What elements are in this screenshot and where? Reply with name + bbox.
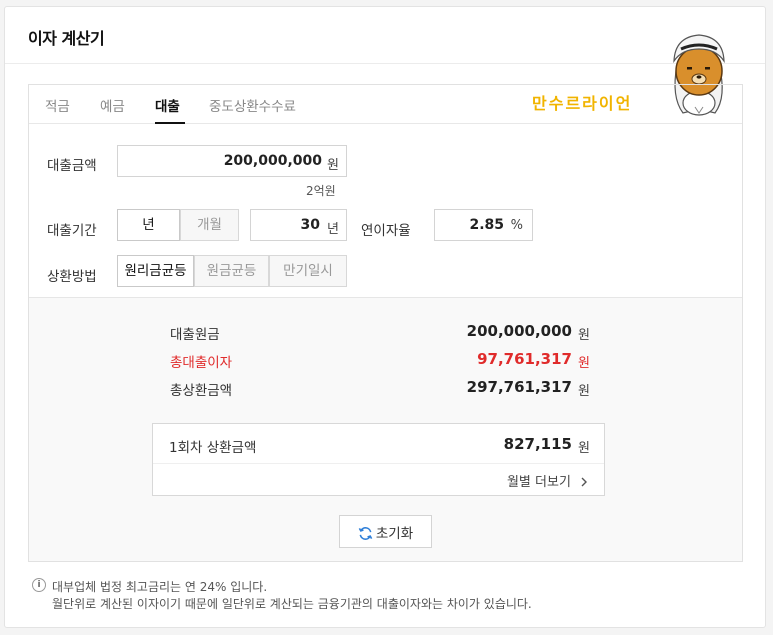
interest-rate-unit: % — [510, 218, 523, 233]
installment-divider — [153, 463, 604, 464]
reset-label: 초기화 — [375, 525, 414, 541]
refresh-icon — [358, 526, 373, 540]
repayment-equal-principal[interactable]: 원금균등 — [194, 255, 269, 287]
tab-bar: 적금 예금 대출 중도상환수수료 — [29, 85, 742, 124]
period-type-month[interactable]: 개월 — [180, 209, 239, 241]
calculator-card: 이자 계산기 만수르라이언 적금 예금 대출 중도상환수수료 대출금액 200,… — [4, 6, 766, 628]
total-repayment-unit: 원 — [578, 384, 590, 399]
first-installment-label: 1회차 상환금액 — [169, 440, 257, 456]
repayment-bullet[interactable]: 만기일시 — [269, 255, 347, 287]
total-interest-value: 97,761,317 — [477, 350, 572, 368]
total-interest-unit: 원 — [578, 356, 590, 371]
result-area: 대출원금 200,000,000 원 총대출이자 97,761,317 원 총상… — [29, 297, 742, 561]
tab-loan[interactable]: 대출 — [155, 95, 180, 115]
calculator-panel: 적금 예금 대출 중도상환수수료 대출금액 200,000,000 원 2억원 … — [28, 84, 743, 562]
interest-rate-input[interactable]: 2.85 % — [434, 209, 533, 241]
loan-amount-label: 대출금액 — [47, 158, 97, 174]
loan-amount-input[interactable]: 200,000,000 원 — [117, 145, 347, 177]
repayment-method-label: 상환방법 — [47, 269, 97, 285]
installment-box: 1회차 상환금액 827,115 원 월별 더보기 — [152, 423, 605, 496]
first-installment-value: 827,115 — [503, 435, 572, 453]
reset-button[interactable]: 초기화 — [339, 515, 432, 548]
active-tab-indicator — [155, 122, 185, 124]
first-installment-unit: 원 — [578, 441, 590, 456]
loan-amount-unit: 원 — [327, 158, 339, 173]
notice-line-1: 대부업체 법정 최고금리는 연 24% 입니다. — [52, 580, 268, 594]
principal-value: 200,000,000 — [466, 322, 572, 340]
tab-savings[interactable]: 적금 — [45, 95, 70, 115]
loan-amount-value: 200,000,000 — [223, 153, 322, 169]
total-interest-label: 총대출이자 — [170, 355, 233, 371]
total-repayment-label: 총상환금액 — [170, 383, 233, 399]
chevron-right-icon — [581, 477, 587, 487]
monthly-more-link[interactable]: 월별 더보기 — [507, 471, 588, 490]
notice-line-2: 월단위로 계산된 이자이기 때문에 일단위로 계산되는 금융기관의 대출이자와는… — [52, 597, 532, 611]
principal-label: 대출원금 — [170, 327, 220, 343]
loan-period-unit: 년 — [327, 222, 339, 237]
period-type-year[interactable]: 년 — [117, 209, 180, 241]
loan-amount-hint: 2억원 — [306, 184, 336, 198]
repayment-equal-installment[interactable]: 원리금균등 — [117, 255, 194, 287]
info-icon: i — [32, 578, 46, 592]
principal-unit: 원 — [578, 328, 590, 343]
title-divider — [5, 63, 765, 64]
tab-deposit[interactable]: 예금 — [100, 95, 125, 115]
loan-period-label: 대출기간 — [47, 223, 97, 239]
tab-prepayment-fee[interactable]: 중도상환수수료 — [209, 95, 296, 115]
loan-period-value: 30 — [300, 217, 320, 233]
monthly-more-label: 월별 더보기 — [506, 475, 571, 490]
interest-rate-label: 연이자율 — [361, 223, 411, 239]
page-title: 이자 계산기 — [28, 29, 105, 48]
total-repayment-value: 297,761,317 — [466, 378, 572, 396]
loan-period-input[interactable]: 30 년 — [250, 209, 347, 241]
interest-rate-value: 2.85 — [469, 217, 504, 233]
